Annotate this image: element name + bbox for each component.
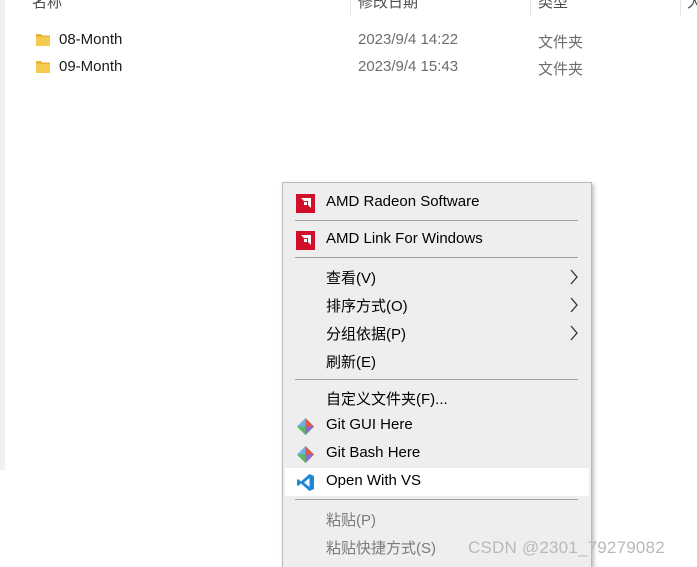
column-size-header[interactable]: 大 [687,0,697,12]
menu-item-paste[interactable]: 粘贴(P) [285,505,589,533]
column-header: 名称 修改日期 类型 大 [0,0,697,16]
vscode-icon [297,474,314,491]
menu-item-label: 自定义文件夹(F)... [326,391,448,408]
chevron-right-icon [570,297,578,313]
folder-icon [36,34,50,46]
column-divider[interactable] [530,0,531,16]
menu-separator [295,257,578,258]
file-type: 文件夹 [538,61,584,78]
column-type-header[interactable]: 类型 [538,0,568,12]
file-name: 08-Month [59,31,123,48]
menu-item-label: 粘贴(P) [326,512,376,529]
column-divider[interactable] [680,0,681,16]
folder-icon [36,61,50,73]
menu-item-label: Git Bash Here [326,444,421,461]
menu-item-label: 查看(V) [326,270,376,287]
file-type: 文件夹 [538,34,584,51]
menu-item-label: 分组依据(P) [326,326,406,343]
file-name: 09-Month [59,58,123,75]
git-icon [297,446,314,463]
column-modified-header[interactable]: 修改日期 [358,0,418,12]
file-row[interactable]: 09-Month 2023/9/4 15:43 文件夹 [30,55,670,80]
menu-item-git-bash[interactable]: Git Bash Here [285,440,589,468]
menu-item-sort-by[interactable]: 排序方式(O) [285,291,589,319]
menu-item-amd-radeon-software[interactable]: AMD Radeon Software [285,189,589,217]
git-icon [297,418,314,435]
column-name-header[interactable]: 名称 [32,0,62,12]
amd-icon [296,231,315,250]
file-row[interactable]: 08-Month 2023/9/4 14:22 文件夹 [30,28,670,53]
menu-item-label: 排序方式(O) [326,298,408,315]
chevron-right-icon [570,269,578,285]
menu-item-label: 刷新(E) [326,354,376,371]
chevron-right-icon [570,325,578,341]
menu-separator [295,499,578,500]
menu-item-open-with-vs[interactable]: Open With VS [285,468,589,496]
menu-item-amd-link[interactable]: AMD Link For Windows [285,226,589,254]
watermark: CSDN @2301_79279082 [468,538,665,557]
explorer-window: 名称 修改日期 类型 大 08-Month 2023/9/4 14:22 文件夹… [0,0,697,567]
menu-item-label: AMD Link For Windows [326,230,483,247]
menu-item-label: Git GUI Here [326,416,413,433]
context-menu: AMD Radeon Software AMD Link For Windows… [282,182,592,567]
menu-item-label: AMD Radeon Software [326,193,480,210]
menu-separator [295,379,578,380]
file-date: 2023/9/4 14:22 [358,31,459,48]
left-pane-scrollbar[interactable] [0,0,5,470]
menu-item-view[interactable]: 查看(V) [285,263,589,291]
file-date: 2023/9/4 15:43 [358,58,459,75]
menu-item-label: 粘贴快捷方式(S) [326,540,436,557]
menu-item-label: Open With VS [326,472,422,489]
menu-item-customize-folder[interactable]: 自定义文件夹(F)... [285,384,589,412]
menu-separator [295,220,578,221]
menu-item-git-gui[interactable]: Git GUI Here [285,412,589,440]
column-divider[interactable] [350,0,351,16]
amd-icon [296,194,315,213]
menu-item-group-by[interactable]: 分组依据(P) [285,319,589,347]
menu-item-refresh[interactable]: 刷新(E) [285,347,589,375]
